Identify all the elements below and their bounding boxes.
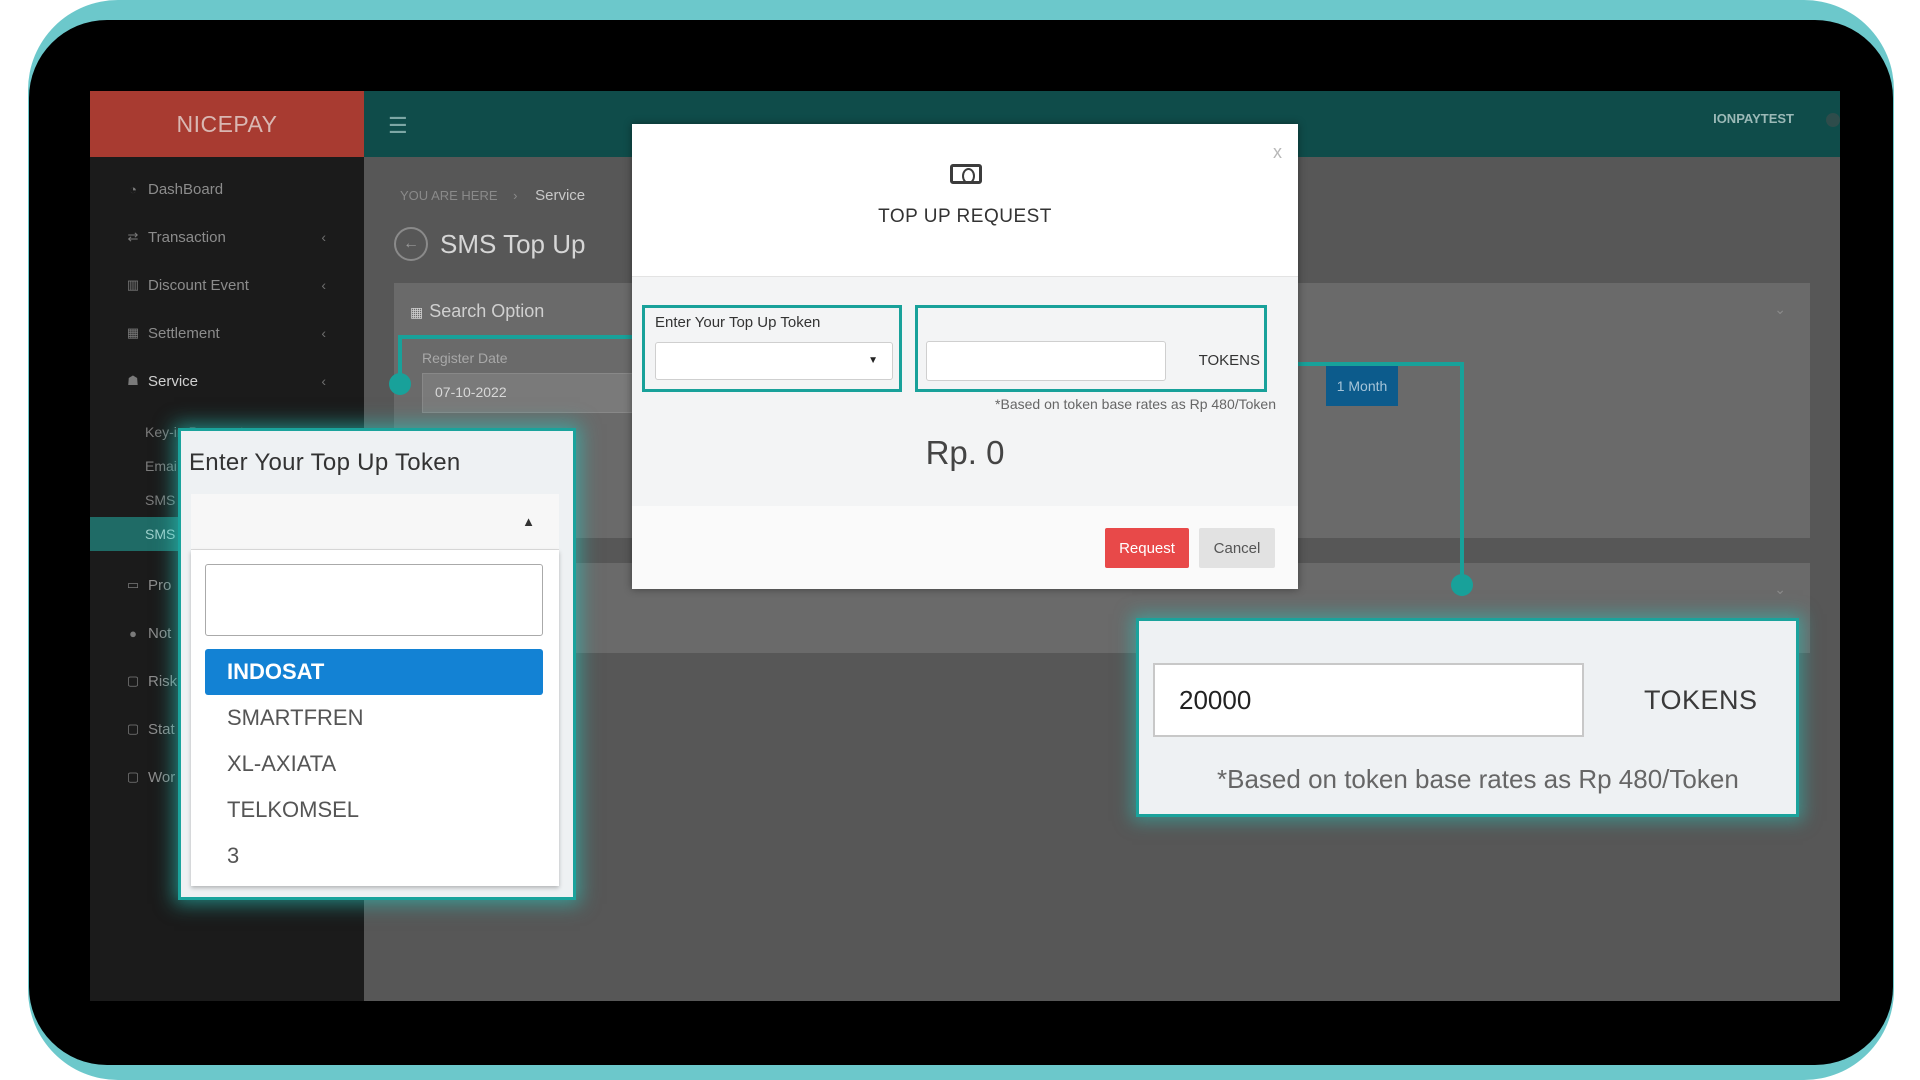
dropdown-list: INDOSAT SMARTFREN XL-AXIATA TELKOMSEL 3 — [191, 550, 559, 886]
token-amount-input[interactable] — [926, 341, 1166, 381]
calendar-icon: ▦ — [126, 325, 140, 340]
tokens-zoom-callout: 20000 TOKENS *Based on token base rates … — [1136, 618, 1799, 817]
monitor-icon: ▭ — [126, 577, 140, 592]
dropdown-zoom-callout: Enter Your Top Up Token ▲ INDOSAT SMARTF… — [178, 428, 576, 900]
sidebar-item-label: Stat — [148, 720, 175, 738]
folder-icon: ▢ — [126, 721, 140, 736]
search-option-title[interactable]: ▦ Search Option — [410, 301, 544, 322]
rate-note: *Based on token base rates as Rp 480/Tok… — [995, 396, 1276, 412]
top-up-request-modal: TOP UP REQUEST x Enter Your Top Up Token… — [632, 124, 1298, 589]
sidebar-item-discount-event[interactable]: ▥ Discount Event ‹ — [90, 261, 364, 309]
chevron-down-icon[interactable]: ⌄ — [1774, 581, 1786, 598]
chevron-right-icon: › — [513, 188, 518, 203]
token-amount-input-zoomed[interactable]: 20000 — [1153, 663, 1584, 737]
sidebar-item-service[interactable]: ☗ Service ‹ — [90, 357, 364, 405]
tokens-unit-label-zoomed: TOKENS — [1644, 685, 1758, 715]
sidebar-item-label: Transaction — [148, 228, 226, 246]
money-icon — [950, 164, 982, 184]
token-select-label: Enter Your Top Up Token — [655, 314, 821, 331]
total-price: Rp. 0 — [925, 434, 1005, 471]
connector-dot — [389, 373, 411, 395]
grid-icon: ▦ — [410, 304, 424, 320]
cancel-button[interactable]: Cancel — [1199, 528, 1275, 568]
sidebar-item-label: Risk — [148, 672, 178, 690]
sidebar-item-label: Service — [148, 372, 199, 390]
close-icon[interactable]: x — [1273, 142, 1282, 163]
chevron-left-icon: ‹ — [321, 373, 326, 389]
sidebar-item-label: Wor — [148, 768, 176, 786]
register-date-label: Register Date — [422, 350, 508, 366]
sidebar-item-label: DashBoard — [148, 180, 224, 198]
chevron-left-icon: ‹ — [321, 229, 326, 245]
request-button[interactable]: Request — [1105, 528, 1189, 568]
caret-down-icon: ▼ — [868, 355, 878, 366]
connector-line — [400, 335, 642, 339]
exchange-icon: ⇄ — [127, 229, 139, 244]
comment-icon: ● — [129, 625, 137, 641]
breadcrumb: YOU ARE HERE › Service — [400, 187, 585, 204]
bar-chart-icon: ▥ — [126, 277, 140, 292]
chevron-left-icon: ‹ — [321, 277, 326, 293]
breadcrumb-prefix: YOU ARE HERE — [400, 188, 498, 203]
username[interactable]: IONPAYTEST — [1713, 111, 1794, 126]
stage: NICEPAY ◔ DashBoard ⇄ Transaction ‹ ▥ Di… — [0, 0, 1920, 1080]
caret-up-icon: ▲ — [522, 514, 535, 529]
sidebar-item-dashboard[interactable]: ◔ DashBoard — [90, 165, 364, 213]
sidebar-item-label: Pro — [148, 576, 172, 594]
sidebar-item-settlement[interactable]: ▦ Settlement ‹ — [90, 309, 364, 357]
tokens-unit-label: TOKENS — [1198, 352, 1260, 369]
dropdown-search-input[interactable] — [205, 564, 543, 636]
sidebar-item-transaction[interactable]: ⇄ Transaction ‹ — [90, 213, 364, 261]
page-title: ← SMS Top Up — [394, 227, 585, 261]
option-indosat[interactable]: INDOSAT — [205, 649, 543, 695]
sidebar-item-label: Not — [148, 624, 172, 642]
modal-title: TOP UP REQUEST — [878, 206, 1052, 227]
token-select-group: Enter Your Top Up Token ▼ — [642, 305, 902, 392]
modal-header: TOP UP REQUEST x — [632, 124, 1298, 277]
chevron-left-icon: ‹ — [321, 325, 326, 341]
option-xl-axiata[interactable]: XL-AXIATA — [205, 741, 543, 787]
folder-icon: ▢ — [126, 769, 140, 784]
users-icon: ☗ — [127, 373, 139, 388]
rate-note-zoomed: *Based on token base rates as Rp 480/Tok… — [1217, 764, 1739, 794]
dropdown-toggle[interactable]: ▲ — [191, 494, 559, 550]
page-title-text: SMS Top Up — [440, 228, 586, 259]
option-smartfren[interactable]: SMARTFREN — [205, 695, 543, 741]
callout-dropdown-title: Enter Your Top Up Token — [189, 449, 461, 476]
sidebar-item-label: Settlement — [148, 324, 220, 342]
token-select[interactable]: ▼ — [655, 342, 893, 380]
one-month-button[interactable]: 1 Month — [1326, 366, 1398, 406]
sidebar-item-label: Discount Event — [148, 276, 249, 294]
dashboard-icon: ◔ — [129, 181, 137, 197]
connector-dot — [1451, 574, 1473, 596]
option-three[interactable]: 3 — [205, 833, 543, 879]
modal-footer: Request Cancel — [632, 506, 1298, 589]
search-option-label: Search Option — [429, 301, 545, 321]
brand-logo[interactable]: NICEPAY — [90, 91, 364, 157]
chevron-down-icon[interactable]: ⌄ — [1774, 301, 1786, 318]
back-arrow-icon[interactable]: ← — [394, 227, 428, 261]
option-telkomsel[interactable]: TELKOMSEL — [205, 787, 543, 833]
breadcrumb-current[interactable]: Service — [535, 187, 585, 204]
user-avatar-icon[interactable] — [1826, 113, 1840, 127]
token-amount-group: TOKENS — [915, 305, 1267, 392]
folder-icon: ▢ — [126, 673, 140, 688]
connector-line — [1460, 362, 1464, 582]
hamburger-menu-icon[interactable]: ☰ — [388, 113, 408, 139]
